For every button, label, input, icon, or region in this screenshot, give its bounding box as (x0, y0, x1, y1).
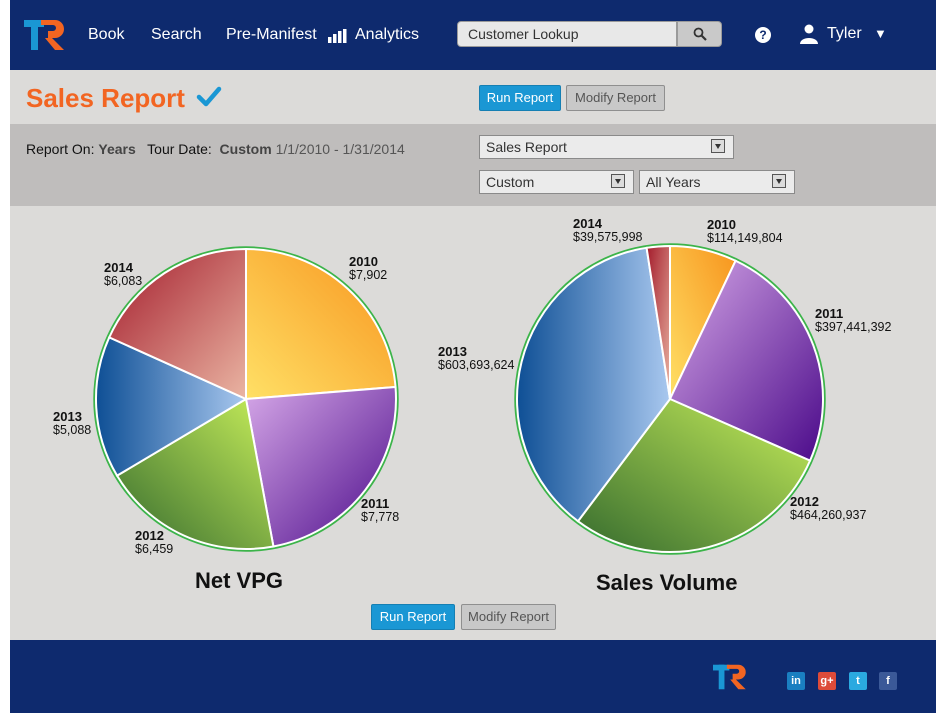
tour-date-value: Custom (219, 141, 272, 157)
pie-label-value: $114,149,804 (707, 231, 783, 245)
run-report-button-bottom[interactable]: Run Report (371, 604, 455, 630)
tr-logo[interactable] (24, 18, 68, 52)
bar-chart-icon (328, 29, 347, 43)
pie-label-year: 2014 (573, 216, 603, 231)
magnifier-icon (693, 27, 707, 41)
net-vpg-chart-title: Net VPG (195, 568, 284, 593)
pie-label-value: $6,083 (104, 274, 142, 288)
footer-tr-logo[interactable] (713, 662, 749, 692)
date-mode-value: Custom (486, 174, 535, 190)
pie-label-year: 2010 (349, 254, 378, 269)
pie-label-year: 2011 (361, 496, 389, 511)
dropdown-arrow-icon[interactable] (611, 174, 625, 188)
customer-lookup-input[interactable]: Customer Lookup (457, 21, 677, 47)
tour-date-label: Tour Date: (147, 141, 212, 157)
pie-label-value: $5,088 (53, 423, 91, 437)
nav-analytics[interactable]: Analytics (355, 26, 419, 44)
top-nav-bar: Book Search Pre-Manifest Analytics Custo… (10, 0, 936, 70)
pie-label-value: $39,575,998 (573, 230, 643, 244)
nav-pre-manifest[interactable]: Pre-Manifest (226, 26, 317, 44)
pie-label-value: $397,441,392 (815, 320, 892, 334)
report-type-select[interactable]: Sales Report (479, 135, 734, 159)
linkedin-icon[interactable]: in (787, 672, 805, 690)
user-icon[interactable] (800, 24, 818, 44)
pie-label-value: $7,902 (349, 268, 387, 282)
pie-label-year: 2011 (815, 306, 843, 321)
app-frame: Book Search Pre-Manifest Analytics Custo… (10, 0, 936, 713)
pie-label-year: 2013 (438, 344, 467, 359)
pie-label-year: 2014 (104, 260, 134, 275)
facebook-icon[interactable]: f (879, 672, 897, 690)
help-icon[interactable]: ? (755, 27, 771, 43)
pie-label-year: 2013 (53, 409, 82, 424)
pie-label-value: $464,260,937 (790, 508, 867, 522)
date-range: 1/1/2010 - 1/31/2014 (275, 141, 405, 157)
modify-report-button-top[interactable]: Modify Report (566, 85, 665, 111)
sales-volume-chart-title: Sales Volume (596, 570, 738, 595)
years-select[interactable]: All Years (639, 170, 795, 194)
pie-label-value: $603,693,624 (438, 358, 515, 372)
run-report-button-top[interactable]: Run Report (479, 85, 561, 111)
report-type-value: Sales Report (486, 139, 567, 155)
pie-chart-sales-volume: 2010$114,149,804 2011$397,441,392 2012$464… (438, 216, 892, 555)
nav-book[interactable]: Book (88, 26, 124, 44)
report-summary: Report On: Years Tour Date: Custom 1/1/2… (26, 141, 405, 157)
pie-label-value: $7,778 (361, 510, 399, 524)
filter-bar: Report On: Years Tour Date: Custom 1/1/2… (10, 124, 936, 206)
pie-label-year: 2012 (135, 528, 164, 543)
date-mode-select[interactable]: Custom (479, 170, 634, 194)
pie-label-year: 2012 (790, 494, 819, 509)
years-value: All Years (646, 174, 701, 190)
checkmark-icon (196, 86, 222, 107)
twitter-icon[interactable]: t (849, 672, 867, 690)
user-name[interactable]: Tyler (827, 25, 862, 43)
pie-chart-net-vpg: 2010$7,902 2011$7,778 2012$6,459 2013$5,088… (53, 246, 399, 556)
report-on-label: Report On: (26, 141, 95, 157)
modify-report-button-bottom[interactable]: Modify Report (461, 604, 556, 630)
footer: in g+ t f (10, 640, 936, 713)
nav-search[interactable]: Search (151, 26, 202, 44)
dropdown-arrow-icon[interactable] (772, 174, 786, 188)
report-on-value: Years (98, 141, 136, 157)
dropdown-arrow-icon[interactable] (711, 139, 725, 153)
pie-label-year: 2010 (707, 217, 736, 232)
charts-area: 2010$7,9022011$7,7782012$6,4592013$5,088… (53, 216, 892, 556)
page-title: Sales Report (26, 83, 185, 113)
search-button[interactable] (677, 21, 722, 47)
pie-label-value: $6,459 (135, 542, 173, 556)
google-plus-icon[interactable]: g+ (818, 672, 836, 690)
user-menu-caret-icon[interactable]: ▼ (874, 26, 887, 41)
